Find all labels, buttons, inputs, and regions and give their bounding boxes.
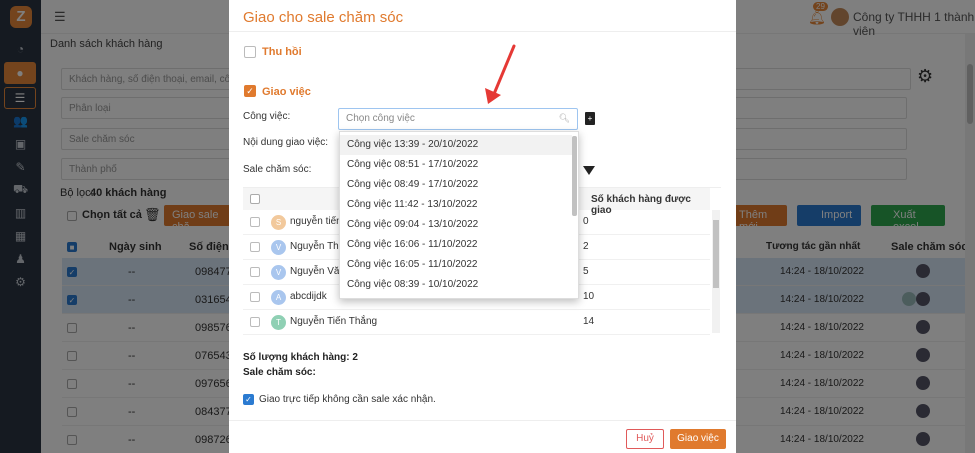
avatar: T xyxy=(271,315,286,330)
sale-table-scrollbar[interactable] xyxy=(712,210,720,333)
sale-name: Nguyễn Văn xyxy=(290,266,346,277)
sale-row-checkbox[interactable] xyxy=(250,217,260,227)
sale-count: 2 xyxy=(583,241,589,252)
task-option[interactable]: Công việc 16:05 - 11/10/2022 xyxy=(340,255,572,275)
assign-checkbox[interactable]: ✓ xyxy=(244,85,256,97)
content-label: Nội dung giao việc: xyxy=(243,137,329,148)
summary-count: Số lượng khách hàng: 2 xyxy=(243,352,358,363)
sale-row-checkbox[interactable] xyxy=(250,242,260,252)
sale-count: 0 xyxy=(583,216,589,227)
sale-row[interactable]: T Nguyễn Tiến Thắng 14 xyxy=(243,310,710,335)
cancel-button[interactable]: Huỷ xyxy=(626,429,664,449)
avatar: V xyxy=(271,240,286,255)
task-select[interactable]: Chọn công việc 🔍︎ xyxy=(338,108,578,130)
summary-sale: Sale chăm sóc: xyxy=(243,367,316,378)
submit-button[interactable]: Giao việc xyxy=(670,429,726,449)
filter-icon[interactable] xyxy=(583,166,595,175)
avatar: V xyxy=(271,265,286,280)
task-label: Công việc: xyxy=(243,111,291,122)
sale-row-checkbox[interactable] xyxy=(250,267,260,277)
assign-label[interactable]: Giao việc xyxy=(262,86,311,98)
sale-name: Nguyễn Tiến Thắng xyxy=(290,316,378,327)
sale-count: 10 xyxy=(583,291,595,302)
assign-sale-modal: Giao cho sale chăm sóc Thu hồi ✓ Giao vi… xyxy=(229,0,736,453)
dropdown-scrollbar[interactable] xyxy=(572,136,577,216)
task-option[interactable]: Công việc 11:42 - 13/10/2022 xyxy=(340,195,572,215)
direct-assign-checkbox[interactable]: ✓ xyxy=(243,394,254,405)
recall-checkbox[interactable] xyxy=(244,46,256,58)
task-placeholder: Chọn công việc xyxy=(346,113,415,124)
avatar: S xyxy=(271,215,286,230)
avatar: A xyxy=(271,290,286,305)
direct-assign-label[interactable]: Giao trực tiếp không cần sale xác nhận. xyxy=(259,394,436,405)
modal-title: Giao cho sale chăm sóc xyxy=(243,9,404,26)
task-option[interactable]: Công việc 08:49 - 17/10/2022 xyxy=(340,175,572,195)
task-option[interactable]: Công việc 13:39 - 20/10/2022 xyxy=(340,135,572,155)
task-option[interactable]: Công việc 08:39 - 10/10/2022 xyxy=(340,275,572,295)
sale-name: abcdijdk xyxy=(290,291,327,302)
task-dropdown: Công việc 13:39 - 20/10/2022 Công việc 0… xyxy=(339,131,579,299)
task-option[interactable]: Công việc 09:04 - 13/10/2022 xyxy=(340,215,572,235)
sale-count: 5 xyxy=(583,266,589,277)
sale-count: 14 xyxy=(583,316,595,327)
sale-label: Sale chăm sóc: xyxy=(243,164,312,175)
add-task-icon[interactable]: + xyxy=(585,112,595,125)
sale-row-checkbox[interactable] xyxy=(250,292,260,302)
task-option[interactable]: Công việc 16:06 - 11/10/2022 xyxy=(340,235,572,255)
sale-select-all-checkbox[interactable] xyxy=(250,194,260,204)
recall-label[interactable]: Thu hồi xyxy=(262,46,302,58)
task-option[interactable]: Công việc 08:51 - 17/10/2022 xyxy=(340,155,572,175)
sale-row-checkbox[interactable] xyxy=(250,317,260,327)
search-icon: 🔍︎ xyxy=(558,113,570,123)
